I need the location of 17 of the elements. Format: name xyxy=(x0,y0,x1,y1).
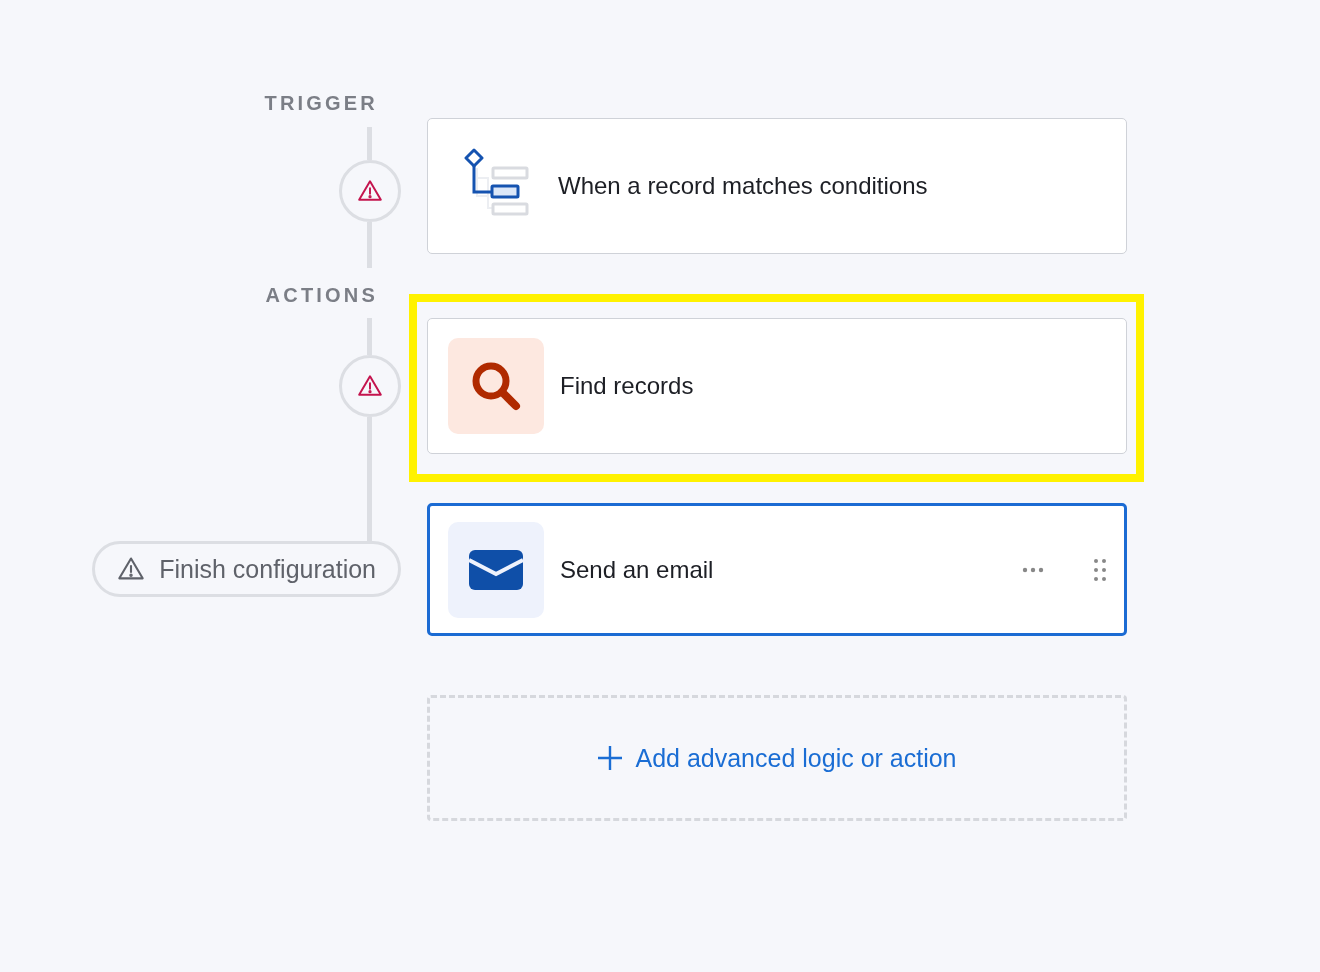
action-title: Find records xyxy=(560,372,695,400)
drag-handle-icon[interactable] xyxy=(1094,558,1106,581)
trigger-card[interactable]: When a record matches conditions xyxy=(427,118,1127,254)
action-card[interactable]: Find records xyxy=(427,318,1127,454)
search-icon xyxy=(448,338,544,434)
warning-icon xyxy=(357,177,383,204)
action-title: Send an email xyxy=(560,555,715,584)
warning-icon xyxy=(357,373,383,399)
more-icon[interactable] xyxy=(1022,566,1044,573)
section-label: ACTIONS xyxy=(265,283,379,308)
finish-configuration-button[interactable]: Finish configuration xyxy=(92,541,401,597)
add-action-button[interactable]: Add advanced logic or action xyxy=(427,695,1127,821)
envelope-icon xyxy=(448,521,544,618)
trigger-title: When a record matches conditions xyxy=(558,172,929,200)
plus-icon xyxy=(597,745,624,771)
section-label: TRIGGER xyxy=(264,91,379,116)
action-card[interactable]: Send an email xyxy=(427,503,1127,636)
